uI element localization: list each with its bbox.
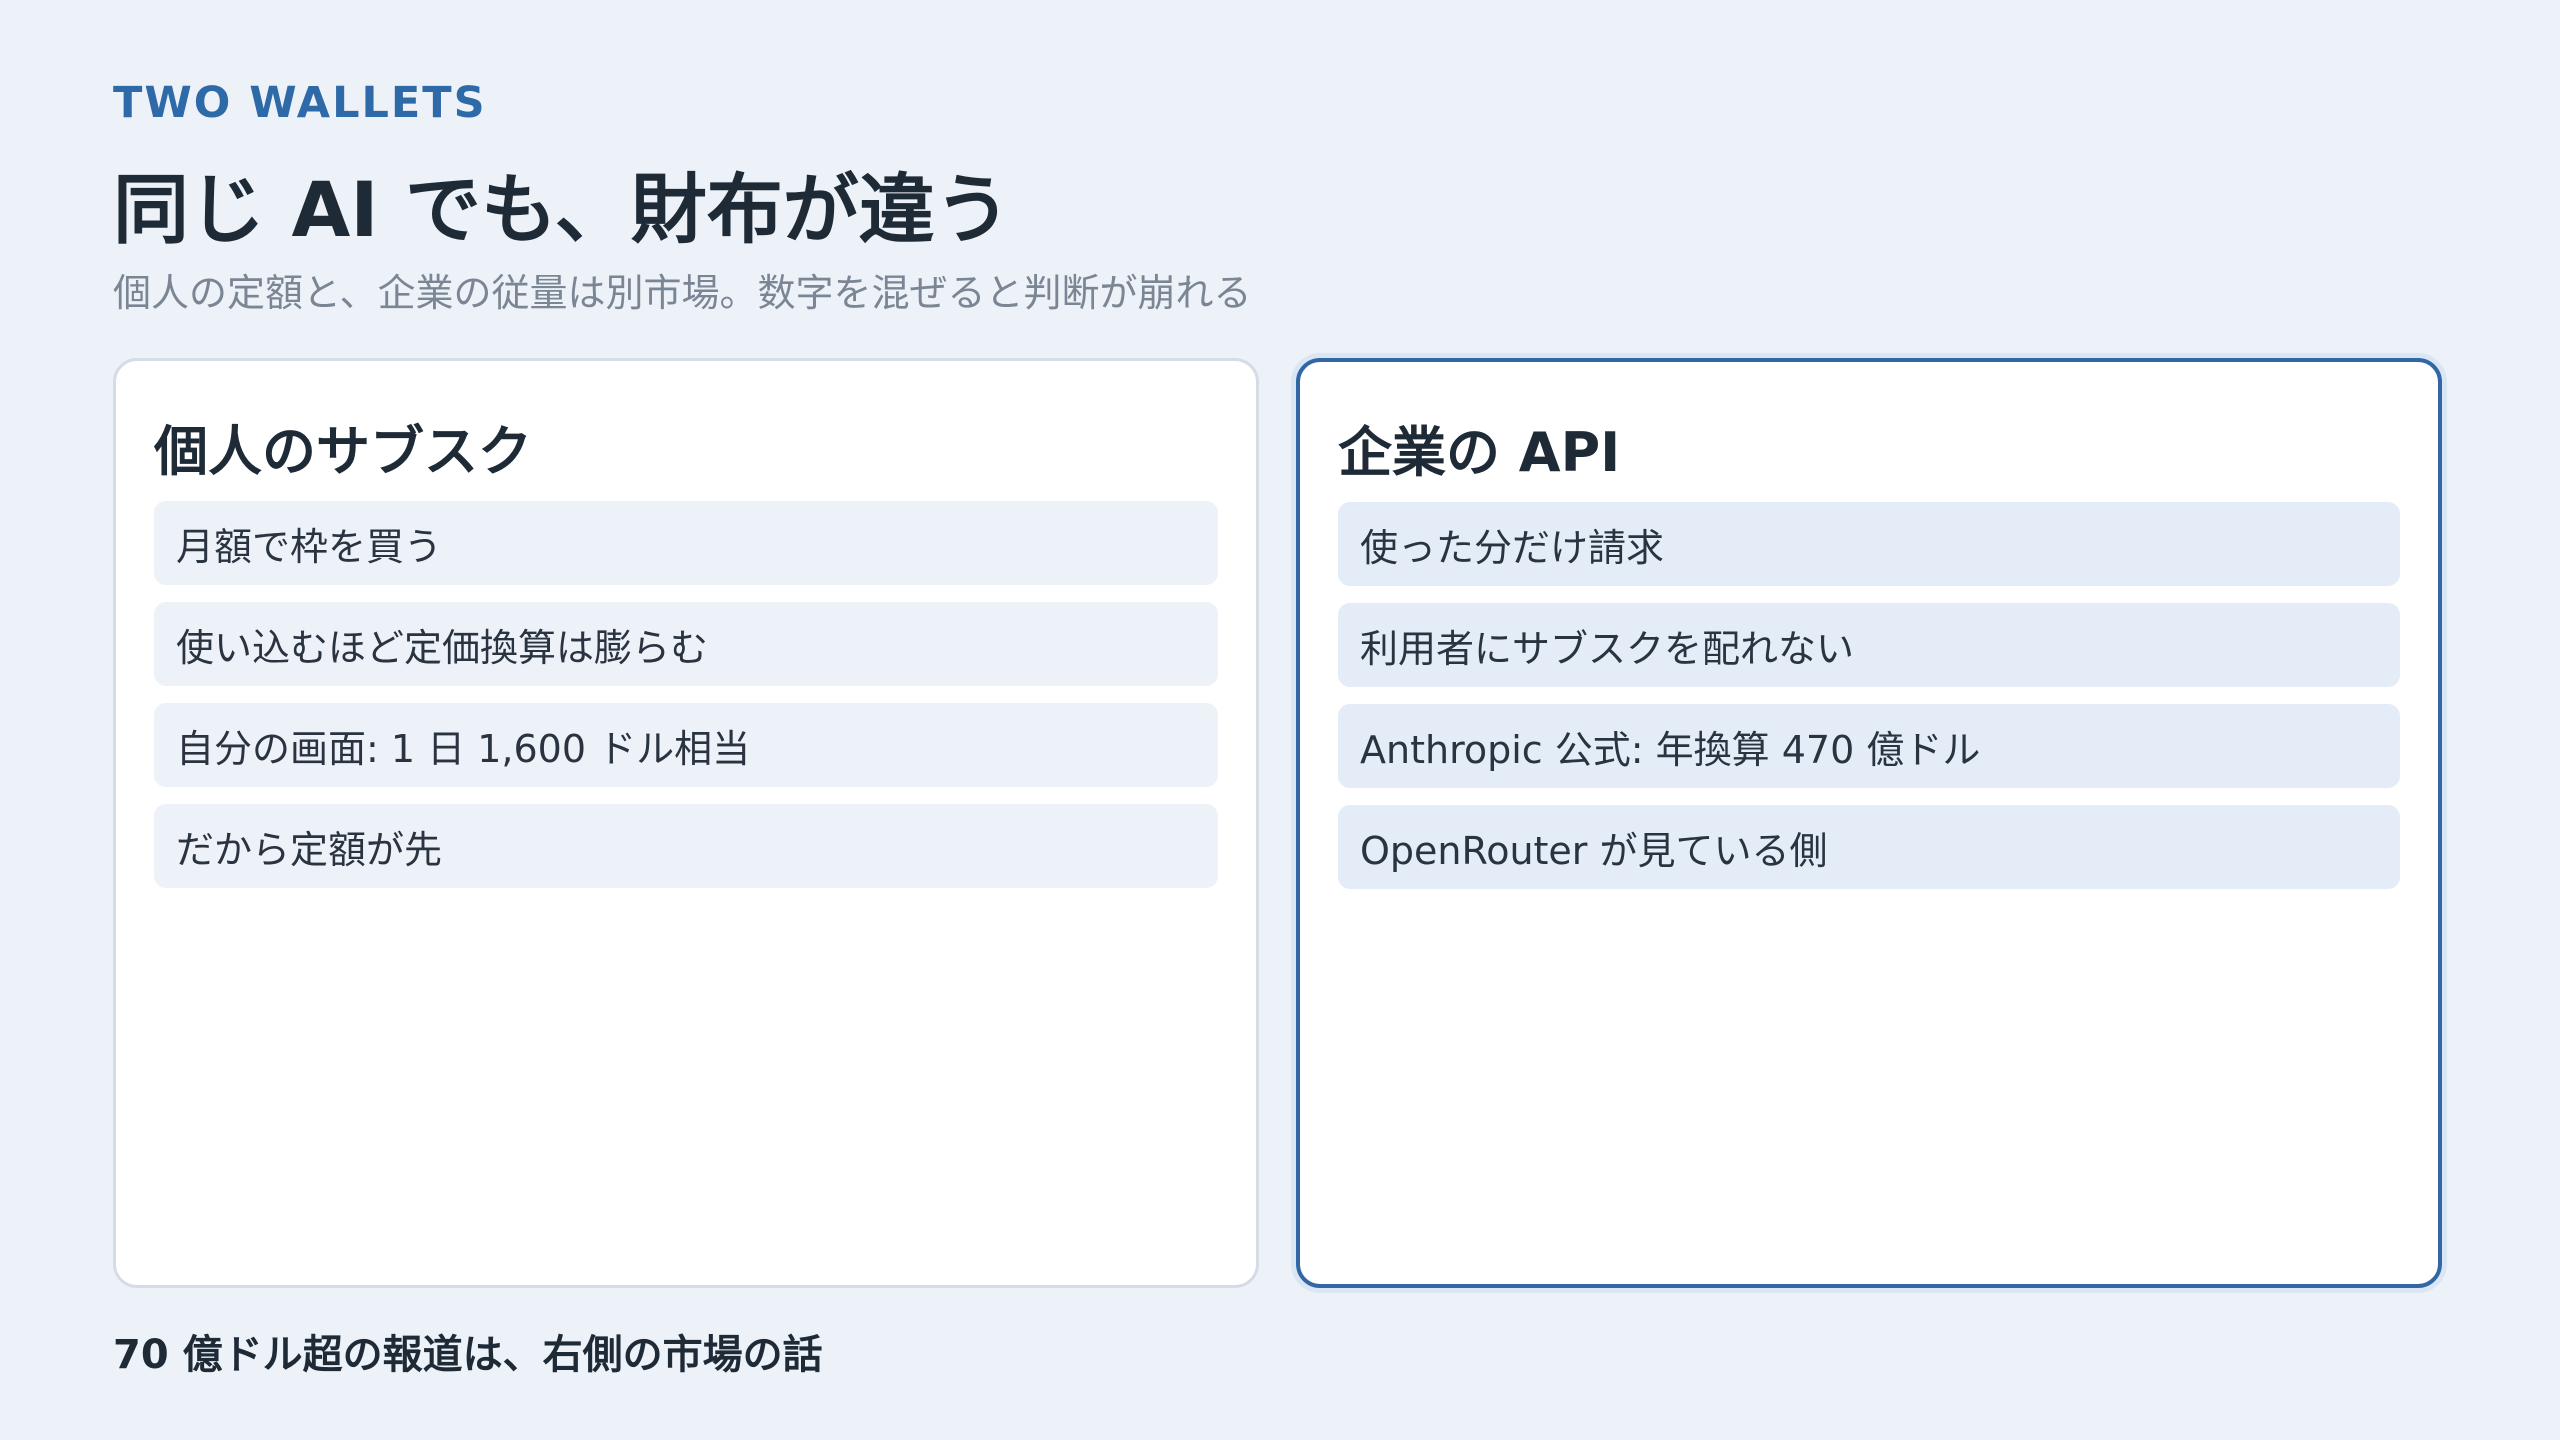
page-subtitle: 個人の定額と、企業の従量は別市場。数字を混ぜると判断が崩れる [113,271,1252,315]
list-item: 使った分だけ請求 [1338,502,2400,586]
list-item: 使い込むほど定価換算は膨らむ [154,602,1218,686]
personal-subscription-card: 個人のサブスク 月額で枠を買う 使い込むほど定価換算は膨らむ 自分の画面: 1 … [113,358,1259,1288]
list-item: Anthropic 公式: 年換算 470 億ドル [1338,704,2400,788]
card-title: 企業の API [1338,421,1621,484]
footer-note: 70 億ドル超の報道は、右側の市場の話 [113,1332,823,1378]
item-list: 月額で枠を買う 使い込むほど定価換算は膨らむ 自分の画面: 1 日 1,600 … [154,501,1218,905]
item-list: 使った分だけ請求 利用者にサブスクを配れない Anthropic 公式: 年換算… [1338,502,2400,906]
list-item: 利用者にサブスクを配れない [1338,603,2400,687]
page-title: 同じ AI でも、財布が違う [113,165,1011,254]
card-title: 個人のサブスク [154,420,532,483]
list-item: だから定額が先 [154,804,1218,888]
list-item: 月額で枠を買う [154,501,1218,585]
list-item: 自分の画面: 1 日 1,600 ドル相当 [154,703,1218,787]
list-item: OpenRouter が見ている側 [1338,805,2400,889]
enterprise-api-card: 企業の API 使った分だけ請求 利用者にサブスクを配れない Anthropic… [1296,358,2442,1288]
eyebrow-label: TWO WALLETS [113,78,487,128]
